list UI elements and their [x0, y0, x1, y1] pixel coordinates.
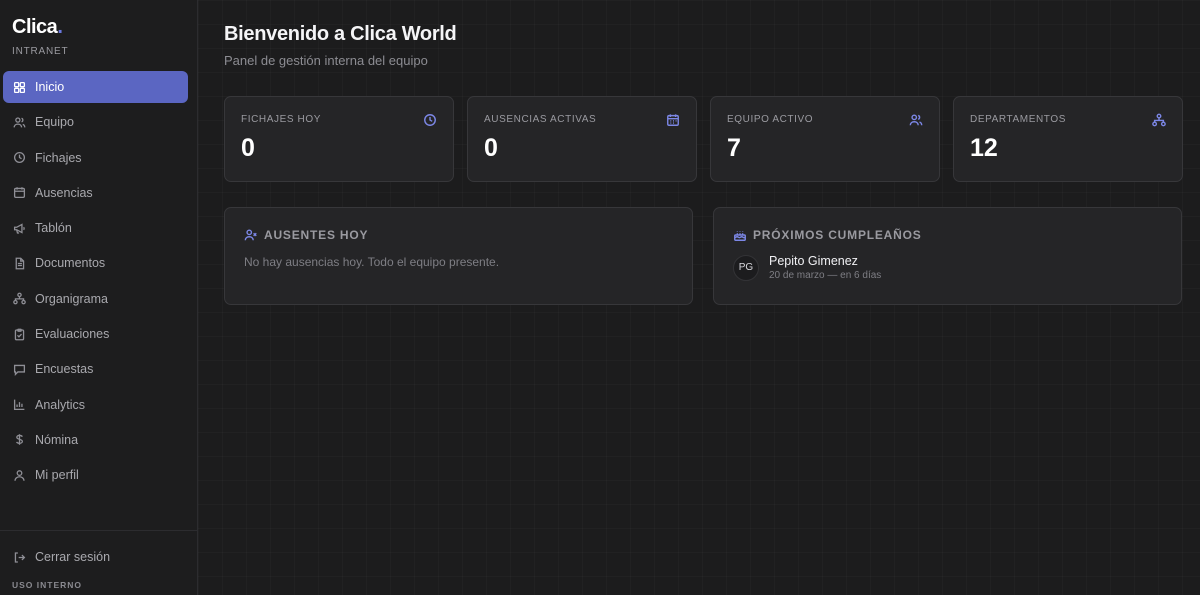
stat-card-equipo: Equipo activo 7	[710, 96, 940, 182]
logout-area: Cerrar sesión	[3, 541, 188, 576]
birthday-name: Pepito Gimenez	[769, 254, 858, 268]
page-subtitle: Panel de gestión interna del equipo	[224, 53, 428, 68]
sidebar-item-label: Mi perfil	[35, 468, 79, 483]
panels-row: Ausentes hoy No hay ausencias hoy. Todo …	[224, 207, 1182, 305]
sidebar-item-label: Equipo	[35, 115, 74, 130]
logout-icon	[12, 550, 26, 564]
clock-icon	[423, 113, 437, 127]
page-title: Bienvenido a Clica World	[224, 23, 457, 45]
stat-card-ausencias: Ausencias activas 0	[467, 96, 697, 182]
panel-header: Próximos cumpleaños	[733, 228, 1162, 242]
dashboard-icon	[12, 80, 26, 94]
stat-value: 0	[484, 134, 498, 162]
stats-row: Fichajes hoy 0 Ausencias activas 0 Equip…	[224, 96, 1183, 182]
sidebar-item-encuestas[interactable]: Encuestas	[3, 353, 188, 385]
sidebar-item-label: Inicio	[35, 80, 65, 94]
sidebar-item-mi-perfil[interactable]: Mi perfil	[3, 459, 188, 491]
panel-title: Ausentes hoy	[264, 228, 369, 242]
sidebar: Clica. INTRANET Inicio Equipo Fichajes A…	[0, 0, 198, 595]
stat-card-departamentos: Departamentos 12	[953, 96, 1183, 182]
sidebar-item-label: Encuestas	[35, 362, 94, 377]
clock-icon	[12, 151, 26, 165]
sidebar-item-documentos[interactable]: Documentos	[3, 247, 188, 279]
document-icon	[12, 256, 26, 270]
birthday-item[interactable]: PG Pepito Gimenez 20 de marzo — en 6 día…	[733, 254, 1162, 281]
sidebar-item-label: Evaluaciones	[35, 327, 110, 342]
sidebar-item-nomina[interactable]: Nómina	[3, 424, 188, 456]
org-chart-icon	[1152, 113, 1166, 127]
stat-label: Equipo activo	[727, 114, 814, 125]
user-icon	[12, 468, 26, 482]
stat-card-fichajes: Fichajes hoy 0	[224, 96, 454, 182]
logout-button[interactable]: Cerrar sesión	[3, 541, 188, 573]
sidebar-item-organigrama[interactable]: Organigrama	[3, 283, 188, 315]
dollar-icon	[12, 433, 26, 447]
avatar: PG	[733, 254, 759, 281]
chat-icon	[12, 362, 26, 376]
stat-label: Ausencias activas	[484, 114, 597, 125]
footer-note: USO INTERNO	[12, 580, 83, 590]
org-chart-icon	[12, 292, 26, 306]
sidebar-item-analytics[interactable]: Analytics	[3, 389, 188, 421]
megaphone-icon	[12, 221, 26, 235]
calendar-icon	[12, 186, 26, 200]
user-x-icon	[244, 228, 258, 242]
bar-chart-icon	[12, 398, 26, 412]
sidebar-item-fichajes[interactable]: Fichajes	[3, 142, 188, 174]
sidebar-item-label: Documentos	[35, 256, 106, 271]
birthdays-panel: Próximos cumpleaños PG Pepito Gimenez 20…	[713, 207, 1182, 305]
panel-title: Próximos cumpleaños	[753, 228, 922, 242]
brand-name: Clica	[12, 16, 58, 38]
empty-state-text: No hay ausencias hoy. Todo el equipo pre…	[244, 255, 500, 269]
sidebar-item-ausencias[interactable]: Ausencias	[3, 177, 188, 209]
birthday-date: 20 de marzo — en 6 días	[769, 270, 882, 281]
sidebar-item-label: Fichajes	[35, 150, 82, 165]
stat-value: 7	[727, 134, 741, 162]
sidebar-item-label: Nómina	[35, 432, 79, 447]
stat-label: Departamentos	[970, 114, 1066, 125]
clipboard-icon	[12, 327, 26, 341]
sidebar-divider	[0, 530, 197, 531]
sidebar-item-label: Tablón	[35, 221, 72, 236]
sidebar-nav: Inicio Equipo Fichajes Ausencias Tablón …	[3, 71, 188, 495]
stat-value: 0	[241, 134, 255, 162]
brand-subtitle: INTRANET	[12, 46, 69, 57]
stat-value: 12	[970, 134, 998, 162]
sidebar-item-label: Organigrama	[35, 291, 108, 306]
sidebar-item-tablon[interactable]: Tablón	[3, 212, 188, 244]
panel-header: Ausentes hoy	[244, 228, 673, 242]
sidebar-item-inicio[interactable]: Inicio	[3, 71, 188, 103]
users-icon	[909, 113, 923, 127]
cake-icon	[733, 228, 747, 242]
brand-dot: .	[57, 16, 63, 38]
absent-today-panel: Ausentes hoy No hay ausencias hoy. Todo …	[224, 207, 693, 305]
sidebar-item-label: Ausencias	[35, 185, 93, 200]
logout-label: Cerrar sesión	[35, 550, 111, 564]
brand-logo[interactable]: Clica.	[12, 16, 63, 39]
calendar-icon	[666, 113, 680, 127]
sidebar-item-label: Analytics	[35, 397, 86, 412]
sidebar-item-evaluaciones[interactable]: Evaluaciones	[3, 318, 188, 350]
birthday-info: Pepito Gimenez 20 de marzo — en 6 días	[769, 254, 881, 281]
stat-label: Fichajes hoy	[241, 114, 321, 125]
sidebar-item-equipo[interactable]: Equipo	[3, 106, 188, 138]
users-icon	[12, 115, 26, 129]
main-content: Bienvenido a Clica World Panel de gestió…	[198, 0, 1200, 595]
